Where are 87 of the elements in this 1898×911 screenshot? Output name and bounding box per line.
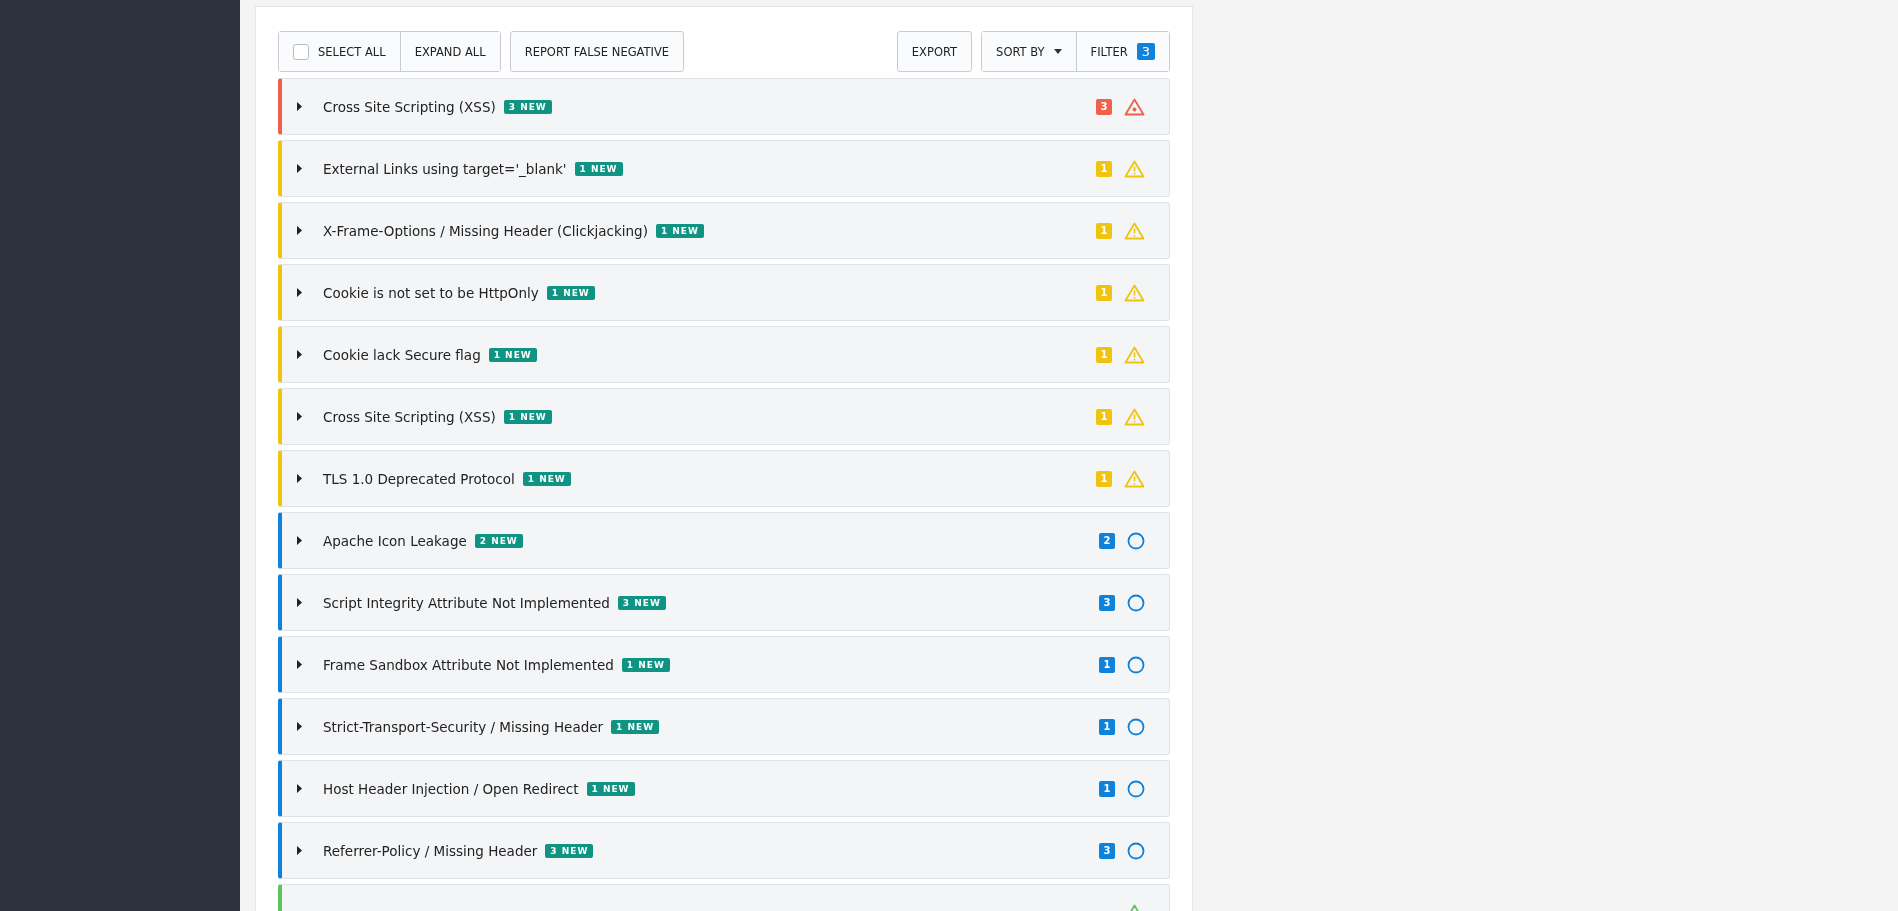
- finding-title: Apache Icon Leakage: [323, 532, 467, 549]
- new-badge: 1 NEW: [655, 223, 704, 238]
- count-badge: 3: [1096, 98, 1112, 115]
- sort-by-button[interactable]: SORT BY: [982, 32, 1076, 71]
- count-badge: 3: [1099, 842, 1115, 859]
- expand-caret-icon[interactable]: [297, 598, 303, 607]
- expand-caret-icon[interactable]: [297, 412, 303, 421]
- finding-row[interactable]: Referrer-Policy / Missing Header 3 NEW 3: [278, 822, 1170, 879]
- warning-icon: [1124, 407, 1145, 426]
- new-badge: 3 NEW: [503, 99, 552, 114]
- count-badge: 1: [1099, 656, 1115, 673]
- expand-caret-icon[interactable]: [297, 722, 303, 731]
- alert-triangle-icon: [1124, 97, 1145, 116]
- finding-title: Frame Sandbox Attribute Not Implemented: [323, 656, 614, 673]
- new-badge: 3 NEW: [617, 595, 666, 610]
- finding-title: Cross Site Scripting (XSS): [323, 408, 496, 425]
- filter-count-badge: 3: [1136, 43, 1155, 60]
- circle-icon: [1127, 841, 1145, 860]
- count-badge: 2: [1099, 532, 1115, 549]
- finding-row[interactable]: Strict-Transport-Security / Missing Header 1 NEW 1: [278, 698, 1170, 755]
- warning-icon: [1124, 221, 1145, 240]
- expand-caret-icon[interactable]: [297, 846, 303, 855]
- finding-title: Referrer-Policy / Missing Header: [323, 842, 538, 859]
- filter-button[interactable]: FILTER 3: [1075, 32, 1169, 71]
- finding-title: Host Header Injection / Open Redirect: [323, 780, 579, 797]
- checkbox[interactable]: [293, 43, 309, 60]
- expand-all-button[interactable]: EXPAND ALL: [399, 32, 500, 71]
- circle-icon: [1127, 655, 1145, 674]
- finding-title: Strict-Transport-Security / Missing Header: [323, 718, 604, 735]
- finding-row[interactable]: Script Integrity Attribute Not Implemented 3 NEW 3: [278, 574, 1170, 631]
- count-badge: 1: [1099, 718, 1115, 735]
- finding-title: Cross Site Scripting (XSS): [323, 98, 496, 115]
- expand-caret-icon[interactable]: [297, 288, 303, 297]
- new-badge: 1 NEW: [621, 657, 670, 672]
- count-badge: 3: [1099, 594, 1115, 611]
- warning-icon: [1124, 345, 1145, 364]
- count-badge: 1: [1096, 284, 1112, 301]
- finding-row[interactable]: TLS 1.0 Deprecated Protocol 1 NEW 1: [278, 450, 1170, 507]
- finding-row[interactable]: X-Frame-Options / Missing Header (Clickjacking) 1 NEW 1: [278, 202, 1170, 259]
- warning-icon: [1124, 283, 1145, 302]
- expand-caret-icon[interactable]: [297, 660, 303, 669]
- new-badge: 1 NEW: [488, 347, 537, 362]
- select-all-button[interactable]: SELECT ALL: [279, 32, 400, 71]
- finding-title: External Links using target='_blank': [323, 160, 567, 177]
- new-badge: 1 NEW: [503, 409, 552, 424]
- caret-icon: [1053, 49, 1062, 54]
- new-badge: 1 NEW: [574, 161, 623, 176]
- expand-caret-icon[interactable]: [297, 350, 303, 359]
- finding-title: X-Frame-Options / Missing Header (Clickjacking): [323, 222, 648, 239]
- warning-icon: [1124, 469, 1145, 488]
- count-badge: 1: [1099, 780, 1115, 797]
- new-badge: 1 NEW: [546, 285, 595, 300]
- circle-icon: [1127, 531, 1145, 550]
- expand-caret-icon[interactable]: [297, 784, 303, 793]
- count-badge: 1: [1096, 470, 1112, 487]
- finding-row[interactable]: Cookie is not set to be HttpOnly 1 NEW 1: [278, 264, 1170, 321]
- finding-row[interactable]: Cross Site Scripting (XSS) 1 NEW 1: [278, 388, 1170, 445]
- finding-row[interactable]: Cross Site Scripting (XSS) 3 NEW 3: [278, 78, 1170, 135]
- circle-icon: [1127, 779, 1145, 798]
- finding-title: Script Integrity Attribute Not Implemented: [323, 594, 610, 611]
- finding-row[interactable]: Apache Icon Leakage 2 NEW 2: [278, 512, 1170, 569]
- expand-caret-icon[interactable]: [297, 474, 303, 483]
- new-badge: 1 NEW: [522, 471, 571, 486]
- finding-row[interactable]: External Links using target='_blank' 1 NEW 1: [278, 140, 1170, 197]
- finding-row[interactable]: Cookie lack Secure flag 1 NEW 1: [278, 326, 1170, 383]
- finding-title: Cookie is not set to be HttpOnly: [323, 284, 539, 301]
- new-badge: 2 NEW: [474, 533, 523, 548]
- expand-caret-icon[interactable]: [297, 536, 303, 545]
- count-badge: 1: [1096, 222, 1112, 239]
- report-false-negative-button[interactable]: REPORT FALSE NEGATIVE: [509, 31, 685, 72]
- finding-row[interactable]: Host Header Injection / Open Redirect 1 NEW 1: [278, 760, 1170, 817]
- circle-icon: [1127, 717, 1145, 736]
- circle-icon: [1127, 593, 1145, 612]
- new-badge: 1 NEW: [611, 719, 660, 734]
- new-badge: 3 NEW: [545, 843, 594, 858]
- finding-row[interactable]: Frame Sandbox Attribute Not Implemented 1 NEW 1: [278, 636, 1170, 693]
- finding-title: Cookie lack Secure flag: [323, 346, 481, 363]
- finding-title: TLS 1.0 Deprecated Protocol: [323, 470, 515, 487]
- export-button[interactable]: EXPORT: [896, 31, 973, 72]
- new-badge: 1 NEW: [586, 781, 635, 796]
- expand-caret-icon[interactable]: [297, 102, 303, 111]
- count-badge: 1: [1096, 160, 1112, 177]
- count-badge: 1: [1096, 346, 1112, 363]
- expand-caret-icon[interactable]: [297, 164, 303, 173]
- count-badge: 1: [1096, 408, 1112, 425]
- expand-caret-icon[interactable]: [297, 226, 303, 235]
- warning-icon: [1124, 159, 1145, 178]
